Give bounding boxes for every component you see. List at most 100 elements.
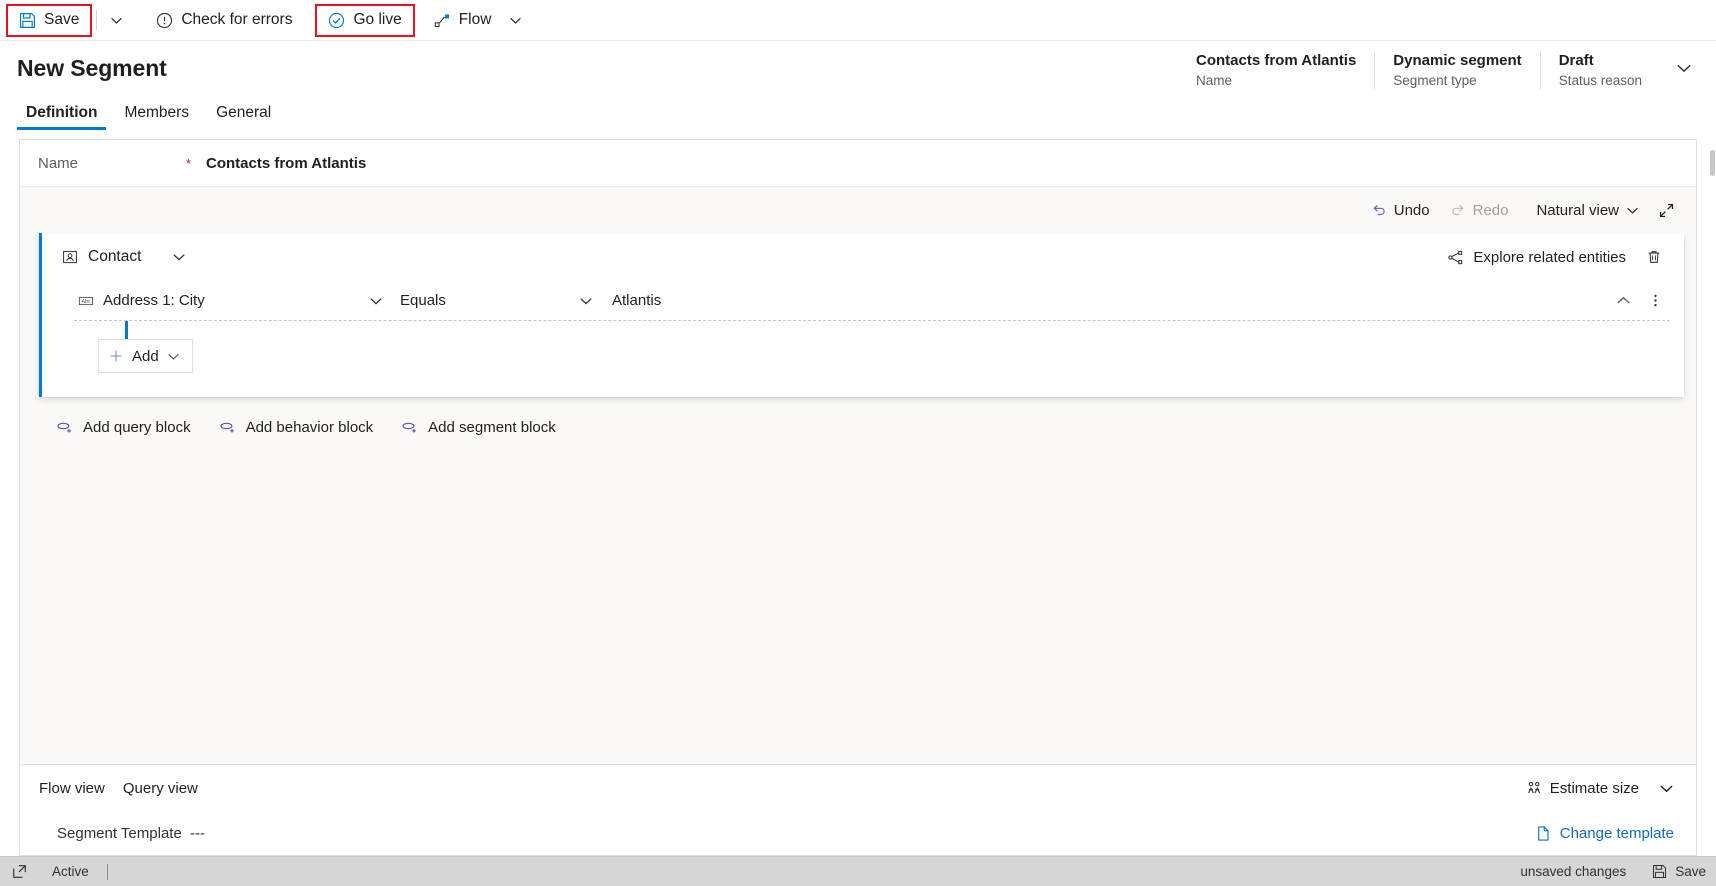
chevron-down-icon <box>1659 781 1674 796</box>
view-switch-row: Flow view Query view Estimate size <box>20 765 1696 811</box>
query-view-tab[interactable]: Query view <box>114 772 207 804</box>
header-meta-group: Contacts from Atlantis Name Dynamic segm… <box>1178 51 1700 90</box>
name-field-label: Name <box>38 154 79 172</box>
meta-label: Segment type <box>1393 73 1477 88</box>
flow-button[interactable]: Flow <box>425 4 501 37</box>
add-query-block-button[interactable]: Add query block <box>46 411 201 443</box>
query-block-collapse-button[interactable] <box>163 241 195 273</box>
condition-operator-caret[interactable] <box>572 286 600 316</box>
add-segment-block-label: Add segment block <box>428 418 556 436</box>
view-mode-selector[interactable]: Natural view <box>1527 194 1648 226</box>
expand-diagonal-icon <box>1658 202 1675 219</box>
estimate-size-label: Estimate size <box>1549 779 1639 797</box>
tab-strip: Definition Members General <box>0 96 1716 130</box>
check-circle-icon <box>328 12 345 29</box>
command-bar: Save Check for errors Go live Flow <box>0 0 1716 41</box>
command-bar-divider-1 <box>96 10 98 30</box>
segment-template-value: --- <box>190 824 205 842</box>
chevron-down-icon <box>1676 60 1692 76</box>
chevron-down-icon <box>1626 204 1639 217</box>
condition-operator-selector[interactable]: Equals <box>390 292 572 309</box>
trash-icon <box>1646 249 1662 265</box>
condition-field-label: Address 1: City <box>103 292 205 309</box>
estimate-size-button[interactable]: Estimate size <box>1516 772 1648 804</box>
svg-text:Abc: Abc <box>82 298 91 304</box>
record-header: New Segment Contacts from Atlantis Name … <box>0 41 1716 90</box>
query-block-contact: Contact Explore related entities Abc Add… <box>39 233 1684 397</box>
meta-label: Name <box>1196 73 1233 88</box>
page-scrollbar[interactable] <box>1708 148 1716 856</box>
view-mode-label: Natural view <box>1536 201 1619 219</box>
meta-value: Draft <box>1558 52 1594 69</box>
explore-related-entities-button[interactable]: Explore related entities <box>1439 241 1634 273</box>
people-icon <box>1525 779 1543 797</box>
name-field-value[interactable]: Contacts from Atlantis <box>206 155 366 172</box>
condition-row: Abc Address 1: City Equals Atlantis <box>74 281 1670 321</box>
popout-icon[interactable] <box>8 861 30 883</box>
tab-members[interactable]: Members <box>115 104 198 130</box>
add-segment-block-button[interactable]: Add segment block <box>391 411 566 443</box>
segment-template-label: Segment Template <box>57 824 182 842</box>
condition-collapse-button[interactable] <box>1608 286 1638 316</box>
query-builder-surface: Contact Explore related entities Abc Add… <box>20 233 1696 764</box>
branch-connector <box>125 321 128 339</box>
required-indicator: * <box>186 155 192 171</box>
check-for-errors-label: Check for errors <box>181 11 293 28</box>
explore-related-entities-label: Explore related entities <box>1473 248 1626 266</box>
go-live-label: Go live <box>353 11 402 28</box>
redo-icon <box>1450 202 1466 218</box>
expand-editor-button[interactable] <box>1650 194 1682 226</box>
estimate-size-caret[interactable] <box>1650 772 1682 804</box>
save-button-highlight: Save <box>6 3 93 37</box>
redo-button[interactable]: Redo <box>1441 194 1518 226</box>
definition-pane: Name * Contacts from Atlantis Undo Redo … <box>0 130 1716 856</box>
add-query-icon <box>56 419 73 436</box>
change-template-label: Change template <box>1559 824 1674 842</box>
go-live-button-highlight: Go live <box>315 3 415 37</box>
add-block-links: Add query block Add behavior block Add s… <box>20 397 1696 443</box>
meta-value: Dynamic segment <box>1393 52 1522 69</box>
go-live-button[interactable]: Go live <box>319 6 410 35</box>
contact-entity-icon <box>62 249 78 265</box>
entity-label: Contact <box>88 248 142 265</box>
status-bar-save-button[interactable]: Save <box>1652 864 1706 879</box>
undo-icon <box>1371 202 1387 218</box>
chevron-down-icon <box>509 14 522 27</box>
meta-field-segment-type: Dynamic segment Segment type <box>1374 51 1539 90</box>
segment-editor-app: Save Check for errors Go live Flow New S… <box>0 0 1716 886</box>
check-for-errors-button[interactable]: Check for errors <box>147 4 301 37</box>
chevron-up-icon <box>1616 293 1631 308</box>
editor-toolbar: Undo Redo Natural view <box>20 187 1696 233</box>
meta-label: Status reason <box>1558 73 1642 88</box>
related-entities-icon <box>1447 249 1464 266</box>
condition-field-caret[interactable] <box>362 286 390 316</box>
header-expand-button[interactable] <box>1668 51 1700 85</box>
condition-field-selector[interactable]: Abc Address 1: City <box>74 292 362 309</box>
flow-options-caret[interactable] <box>500 4 530 37</box>
change-template-button[interactable]: Change template <box>1527 817 1682 849</box>
plus-icon <box>108 348 124 364</box>
tab-definition[interactable]: Definition <box>17 104 107 130</box>
chevron-down-icon <box>110 14 123 27</box>
save-button[interactable]: Save <box>10 6 88 35</box>
add-query-icon <box>401 419 418 436</box>
add-behavior-block-button[interactable]: Add behavior block <box>209 411 384 443</box>
scrollbar-thumb[interactable] <box>1710 150 1715 176</box>
abc-text-icon: Abc <box>78 293 94 309</box>
flow-view-tab[interactable]: Flow view <box>30 772 114 804</box>
condition-row-actions <box>1608 286 1670 316</box>
add-condition-label: Add <box>132 347 159 365</box>
add-condition-button[interactable]: Add <box>98 339 193 373</box>
flow-icon <box>434 12 451 29</box>
tab-general[interactable]: General <box>207 104 280 130</box>
delete-block-button[interactable] <box>1638 241 1670 273</box>
save-options-caret[interactable] <box>101 4 131 37</box>
segment-canvas: Name * Contacts from Atlantis Undo Redo … <box>19 139 1697 856</box>
condition-value-input[interactable]: Atlantis <box>600 292 1608 309</box>
condition-more-options-button[interactable] <box>1640 286 1670 316</box>
status-bar: Active unsaved changes Save <box>0 856 1716 886</box>
exclamation-circle-icon <box>156 12 173 29</box>
entity-title: Contact <box>62 248 141 266</box>
segment-template-row: Segment Template --- Change template <box>20 811 1696 855</box>
undo-button[interactable]: Undo <box>1362 194 1439 226</box>
